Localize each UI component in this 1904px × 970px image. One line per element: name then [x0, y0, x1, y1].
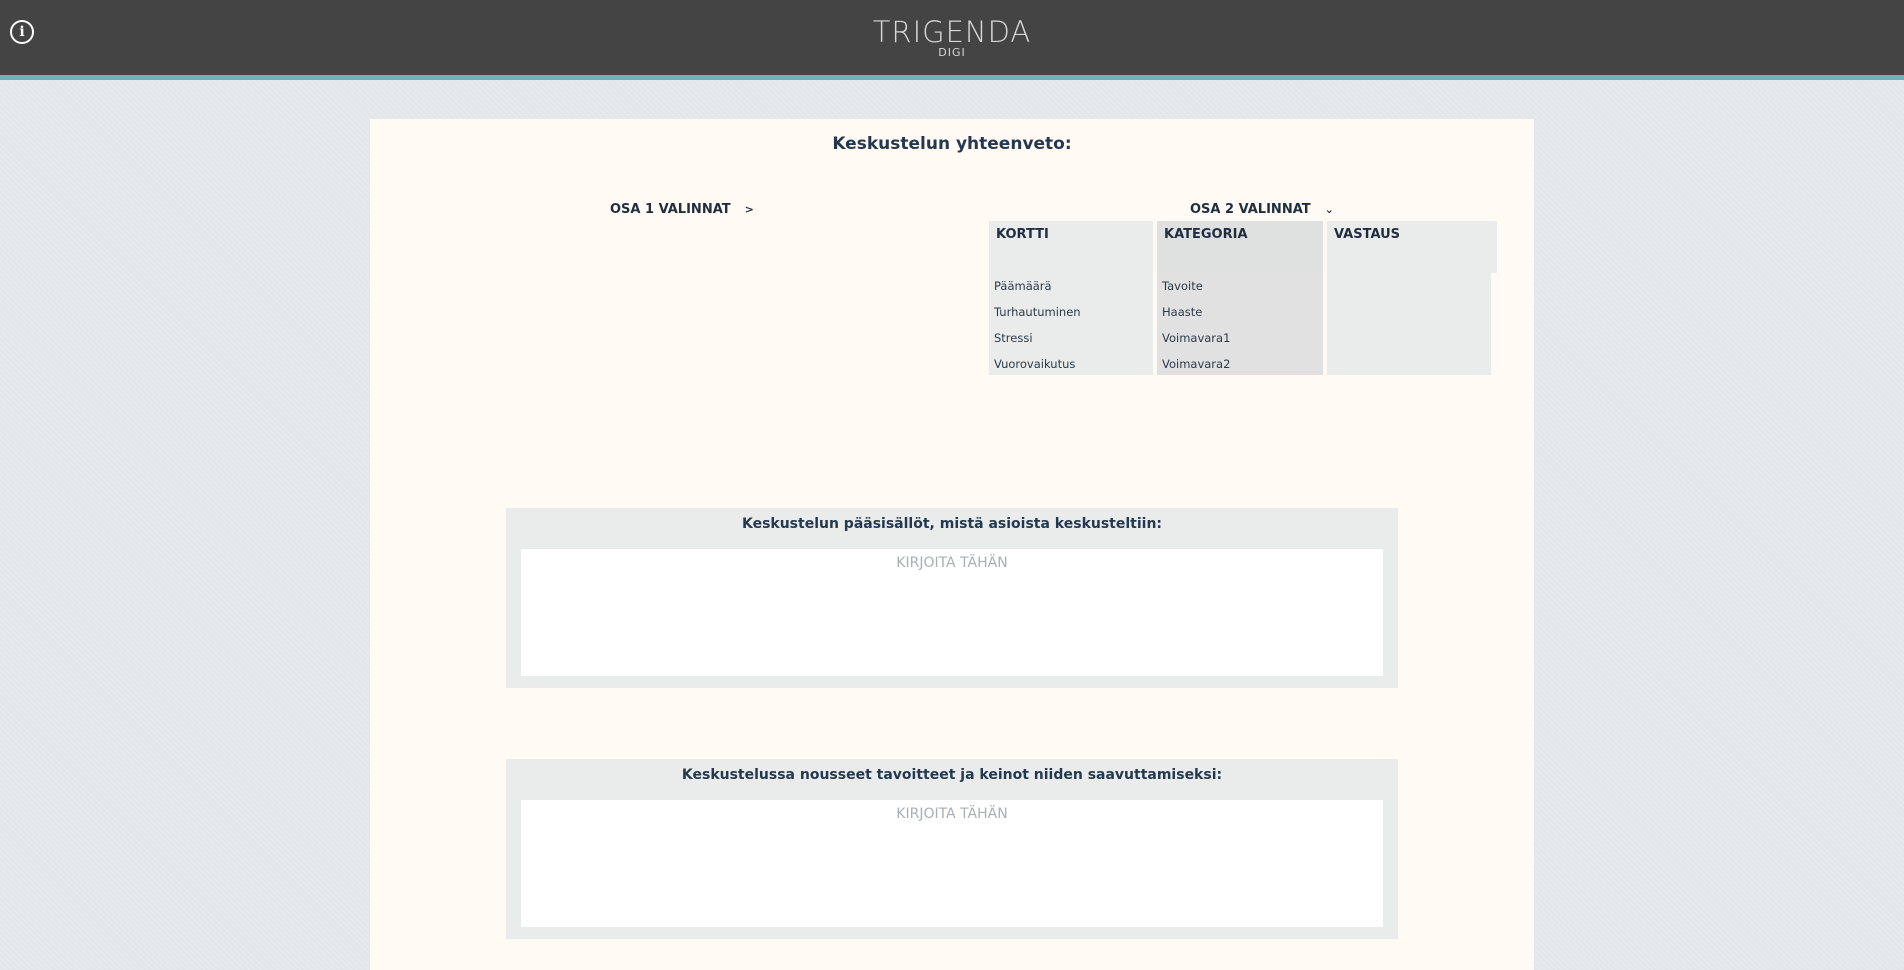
column-header-answer: VASTAUS — [1327, 221, 1497, 273]
logo-main-text: TRIGENDA — [872, 15, 1032, 49]
top-bar: i TRIGENDA DIGI — [0, 0, 1904, 80]
table-column-answer: VASTAUS — [1327, 221, 1497, 375]
table-column-category: KATEGORIA Tavoite Haaste Voimavara1 Voim… — [1157, 221, 1323, 375]
trigenda-logo: TRIGENDA DIGI — [862, 16, 1042, 59]
page-title: Keskustelun yhteenveto: — [832, 134, 1072, 154]
chevron-right-icon: > — [744, 203, 754, 216]
list-item: Voimavara2 — [1162, 357, 1231, 371]
summary-panel: Keskustelun yhteenveto: OSA 1 VALINNAT > … — [370, 119, 1534, 970]
column-header-category: KATEGORIA — [1157, 221, 1323, 273]
chevron-down-icon: ⌄ — [1324, 203, 1334, 216]
list-item: Voimavara1 — [1162, 331, 1231, 345]
part1-choices-label: OSA 1 VALINNAT — [610, 202, 731, 217]
column-header-card: KORTTI — [989, 221, 1153, 273]
part1-choices-toggle[interactable]: OSA 1 VALINNAT > — [610, 202, 754, 217]
goals-input[interactable] — [521, 800, 1383, 927]
part2-choices-toggle[interactable]: OSA 2 VALINNAT ⌄ — [1190, 202, 1334, 217]
column-body-answer — [1327, 273, 1491, 375]
list-item: Tavoite — [1162, 279, 1203, 293]
main-topics-section: Keskustelun pääsisällöt, mistä asioista … — [506, 508, 1398, 688]
goals-section: Keskustelussa nousseet tavoitteet ja kei… — [506, 759, 1398, 939]
part2-choices-label: OSA 2 VALINNAT — [1190, 202, 1311, 217]
column-body-card: Päämäärä Turhautuminen Stressi Vuorovaik… — [989, 273, 1153, 375]
main-topics-title: Keskustelun pääsisällöt, mistä asioista … — [741, 516, 1163, 532]
table-column-card: KORTTI Päämäärä Turhautuminen Stressi Vu… — [989, 221, 1153, 375]
list-item: Stressi — [994, 331, 1033, 345]
main-topics-input[interactable] — [521, 549, 1383, 676]
list-item: Päämäärä — [994, 279, 1052, 293]
column-body-category: Tavoite Haaste Voimavara1 Voimavara2 — [1157, 273, 1323, 375]
goals-title: Keskustelussa nousseet tavoitteet ja kei… — [681, 767, 1223, 783]
info-icon[interactable]: i — [10, 20, 34, 44]
list-item: Vuorovaikutus — [994, 357, 1076, 371]
list-item: Turhautuminen — [994, 305, 1081, 319]
list-item: Haaste — [1162, 305, 1203, 319]
